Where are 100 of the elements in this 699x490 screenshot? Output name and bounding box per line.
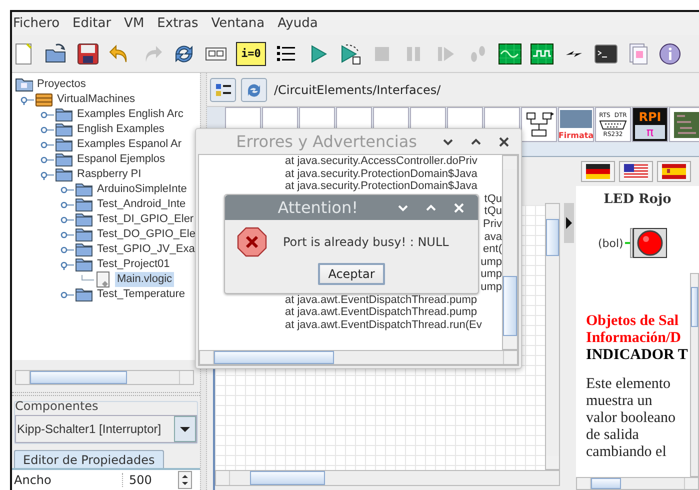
- project-folder-icon: [15, 76, 33, 93]
- terminal-icon[interactable]: [594, 42, 618, 66]
- spanish-flag-icon[interactable]: [662, 164, 686, 179]
- tree-item[interactable]: Main.vlogic: [115, 272, 174, 287]
- tree-item[interactable]: ArduinoSimpleInte: [95, 182, 189, 197]
- log-line: ump: [480, 256, 502, 268]
- menu-item[interactable]: VM: [124, 16, 144, 31]
- menu-item[interactable]: Ventana: [211, 16, 265, 31]
- tree-item[interactable]: Test_Android_Inte: [95, 197, 188, 212]
- accept-button[interactable]: Aceptar: [318, 263, 385, 285]
- tree-item[interactable]: Test_Project01: [95, 257, 172, 272]
- folder-icon: [55, 136, 73, 153]
- refresh-button[interactable]: [241, 78, 267, 102]
- window-title: Errores y Advertencias: [236, 132, 417, 151]
- tree-handle-icon[interactable]: [60, 184, 74, 194]
- horizontal-scrollbar[interactable]: [576, 477, 699, 490]
- close-icon[interactable]: [452, 200, 466, 214]
- circuit-board-icon[interactable]: [672, 110, 699, 140]
- tree-item[interactable]: Examples Espanol Ar: [75, 137, 184, 152]
- folder-icon: [75, 226, 93, 243]
- tree-item[interactable]: VirtualMachines: [55, 92, 138, 107]
- log-line: ent(: [483, 243, 502, 256]
- folder-icon: [75, 241, 93, 258]
- counter-button[interactable]: i=0: [236, 42, 266, 66]
- tree-handle-icon[interactable]: [40, 154, 54, 164]
- log-line: Priv: [483, 218, 502, 231]
- menu-item[interactable]: Editar: [72, 16, 112, 31]
- log-line: at java.security.AccessController.doPriv: [284, 155, 478, 168]
- board-photo-placeholder: [560, 110, 592, 128]
- menu-item[interactable]: Extras: [157, 16, 198, 31]
- raspberry-pi-button[interactable]: RPI π: [632, 107, 668, 142]
- folder-icon: [55, 151, 73, 168]
- tree-handle-icon[interactable]: [60, 200, 74, 210]
- info-icon[interactable]: [658, 42, 682, 66]
- list-view-button[interactable]: [210, 78, 236, 102]
- log-line: ump: [480, 268, 502, 281]
- properties-tab[interactable]: Editor de Propiedades: [14, 450, 164, 468]
- tree-handle-icon[interactable]: [60, 244, 74, 254]
- oscilloscope-icon[interactable]: [498, 42, 522, 66]
- log-line: at java.awt.EventDispatchThread.run(Ev: [284, 318, 483, 332]
- vertical-scrollbar[interactable]: [502, 155, 518, 350]
- folder-icon: [75, 211, 93, 228]
- tree-item[interactable]: Examples English Arc: [75, 107, 186, 122]
- tree-item[interactable]: Test_GPIO_JV_Exa: [95, 242, 197, 257]
- tree-handle-icon[interactable]: [60, 260, 74, 270]
- dialog-title: Attention!: [278, 198, 358, 217]
- log-line: ump: [480, 280, 502, 294]
- us-flag-icon[interactable]: [624, 164, 648, 179]
- number-spinner[interactable]: 500: [123, 470, 200, 490]
- german-flag-icon[interactable]: [586, 164, 610, 179]
- tree-item[interactable]: Proyectos: [35, 77, 88, 92]
- folder-icon: [55, 166, 73, 183]
- help-heading: INDICADOR T: [586, 347, 689, 364]
- folder-icon: [55, 106, 73, 123]
- crate-icon: [35, 91, 53, 108]
- tree-item[interactable]: Espanol Ejemplos: [75, 152, 168, 167]
- tree-item[interactable]: Test_DI_GPIO_Eler: [95, 212, 196, 227]
- network-icon[interactable]: [524, 110, 554, 140]
- folder-icon: [75, 256, 93, 273]
- tree-handle-icon[interactable]: [20, 94, 34, 104]
- tree-handle-icon[interactable]: [40, 140, 54, 150]
- tree-handle-icon[interactable]: [40, 110, 54, 120]
- tree-handle-icon[interactable]: [60, 290, 74, 300]
- led-icon: [625, 228, 668, 258]
- vertical-scrollbar[interactable]: [690, 273, 699, 477]
- tree-handle-icon[interactable]: [60, 230, 74, 240]
- log-line: at java.security.ProtectionDomain$Java: [284, 180, 478, 193]
- logic-analyzer-icon[interactable]: [530, 42, 554, 66]
- tree-handle-icon[interactable]: [60, 214, 74, 224]
- tree-item[interactable]: English Examples: [75, 122, 166, 137]
- component-dropdown[interactable]: Kipp-Schalter1 [Interruptor]: [15, 415, 197, 444]
- tree-item[interactable]: Test_Temperature: [95, 287, 188, 302]
- folder-icon: [55, 121, 73, 138]
- close-icon[interactable]: [497, 134, 511, 148]
- horizontal-scrollbar[interactable]: [15, 370, 194, 386]
- log-line: tQu: [484, 192, 502, 206]
- spinner-arrows-icon[interactable]: [178, 471, 192, 489]
- serial-connector-icon: [599, 120, 627, 130]
- tree-handle-icon[interactable]: [40, 124, 54, 134]
- horizontal-scrollbar[interactable]: [199, 350, 518, 365]
- tree-item[interactable]: Raspberry PI: [75, 167, 144, 182]
- log-line: tQu: [484, 205, 502, 218]
- group-title: Componentes: [15, 399, 100, 414]
- firmata-board-button[interactable]: Firmata: [558, 107, 594, 142]
- tree-handle-icon[interactable]: [40, 170, 54, 180]
- property-name: Ancho: [12, 473, 123, 487]
- menu-item[interactable]: Fichero: [13, 16, 60, 31]
- folder-icon: [75, 196, 93, 213]
- folder-icon: [75, 181, 93, 198]
- menu-item[interactable]: Ayuda: [278, 16, 318, 31]
- horizontal-scrollbar[interactable]: [215, 470, 560, 486]
- log-line: ava: [484, 230, 502, 244]
- collapse-handle-icon[interactable]: [564, 203, 574, 243]
- log-line: at java.awt.EventDispatchThread.pump: [284, 306, 478, 319]
- folder-icon: [75, 286, 93, 303]
- open-folder-icon[interactable]: [44, 42, 68, 66]
- log-line: at java.security.ProtectionDomain$Java: [284, 168, 478, 180]
- vertical-scrollbar[interactable]: [545, 203, 560, 470]
- help-paragraph: Este elemento muestra un valor booleano de salida cambiando el: [586, 376, 677, 461]
- tree-item[interactable]: Test_DO_GPIO_Ele: [95, 227, 198, 242]
